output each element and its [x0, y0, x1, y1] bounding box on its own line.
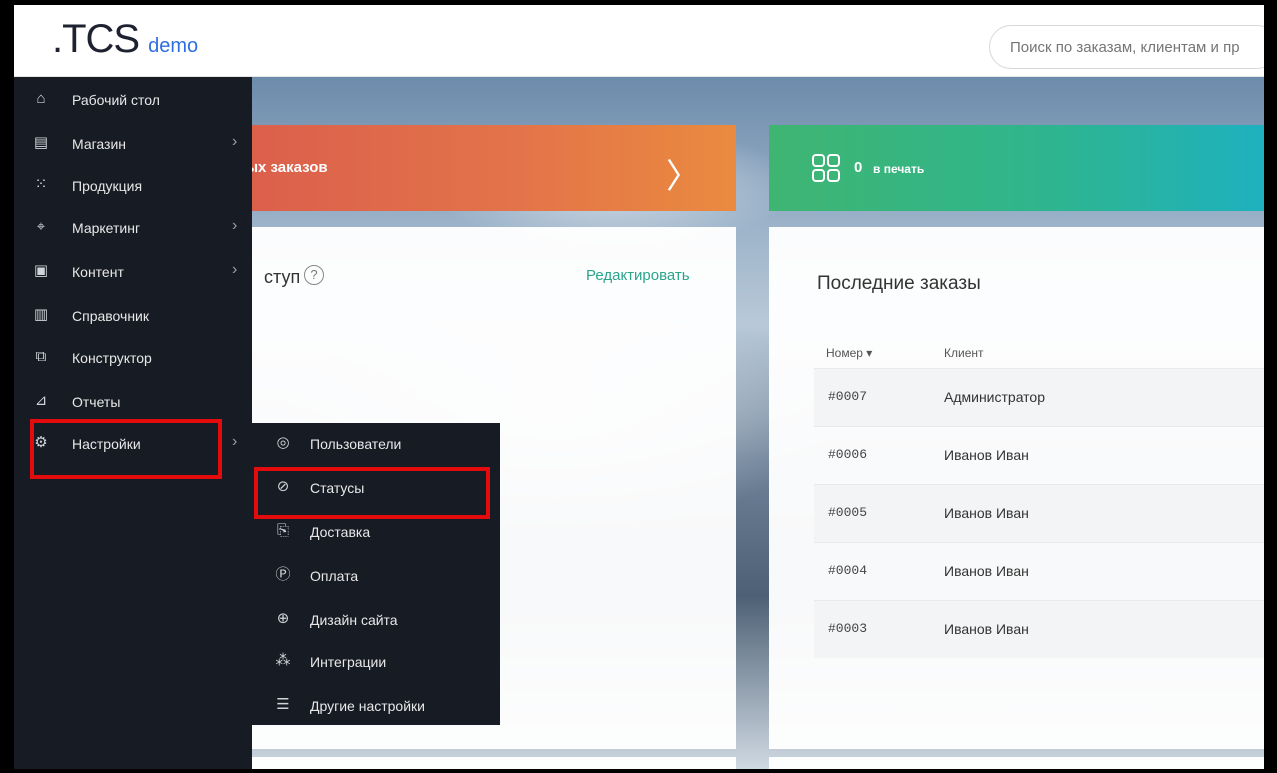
sidebar-item-reports[interactable]: ⊿ Отчеты [14, 381, 252, 423]
highlight-settings [30, 419, 222, 479]
order-number: #0005 [828, 505, 868, 520]
order-client: Иванов Иван [944, 621, 1029, 637]
column-client: Клиент [944, 346, 984, 360]
edit-link[interactable]: Редактировать [586, 267, 690, 284]
submenu-item-label: Доставка [310, 524, 371, 540]
table-row[interactable]: #0003 Иванов Иван [814, 600, 1264, 658]
order-number: #0007 [828, 389, 868, 404]
new-orders-banner[interactable]: вых заказов 〉 [174, 125, 736, 211]
submenu-item-site-design[interactable]: ⊕ Дизайн сайта [252, 599, 500, 641]
sidebar-item-content[interactable]: ▣ Контент › [14, 251, 252, 293]
table-row[interactable]: #0004 Иванов Иван [814, 542, 1264, 600]
home-icon: ⌂ [36, 90, 46, 107]
table-row[interactable]: #0005 Иванов Иван [814, 484, 1264, 542]
sidebar-item-marketing[interactable]: ⌖ Маркетинг › [14, 207, 252, 249]
shop-icon: ▤ [33, 134, 49, 151]
submenu-item-payment[interactable]: Ⓟ Оплата [252, 555, 500, 597]
quick-access-title: ступ [264, 267, 301, 287]
sidebar-item-label: Маркетинг [72, 220, 141, 236]
logo-demo-label: demo [148, 35, 199, 57]
submenu-item-integrations[interactable]: ⁂ Интеграции [252, 641, 500, 683]
sidebar-item-label: Отчеты [72, 394, 121, 410]
bottom-card-right [769, 757, 1264, 769]
integrations-icon: ⁂ [275, 652, 291, 669]
submenu-item-label: Интеграции [310, 654, 387, 670]
table-row[interactable]: #0007 Администратор [814, 368, 1264, 426]
order-number: #0006 [828, 447, 868, 462]
order-client: Администратор [944, 389, 1046, 405]
order-number: #0003 [828, 621, 868, 636]
logo[interactable]: .TCS demo [52, 17, 198, 62]
chevron-right-icon: › [232, 433, 238, 450]
sidebar-item-products[interactable]: ⁙ Продукция [14, 165, 252, 207]
submenu-item-label: Оплата [310, 568, 359, 584]
grid-icon: ⁙ [34, 176, 48, 193]
content-icon: ▣ [33, 262, 49, 279]
print-label: в печать [873, 162, 925, 176]
help-icon[interactable]: ? [304, 265, 324, 285]
users-icon: ◎ [276, 434, 290, 451]
constructor-icon: ⧉ [35, 348, 47, 365]
order-client: Иванов Иван [944, 505, 1029, 521]
megaphone-icon: ⌖ [36, 218, 46, 235]
sidebar-item-label: Магазин [72, 136, 127, 152]
order-number: #0004 [828, 563, 868, 578]
sidebar-item-shop[interactable]: ▤ Магазин › [14, 123, 252, 165]
sidebar-item-label: Конструктор [72, 350, 152, 366]
submenu-item-other-settings[interactable]: ☰ Другие настройки [252, 685, 500, 727]
submenu-item-label: Пользователи [310, 436, 402, 452]
sidebar-item-label: Справочник [72, 308, 149, 324]
sidebar-item-label: Рабочий стол [72, 92, 160, 108]
orders-table: Номер ▾ Клиент #0007 Администратор #0006… [814, 332, 1264, 658]
logo-text: .TCS [52, 17, 140, 61]
print-count: 0 [854, 159, 863, 176]
app-window: .TCS demo вых заказов 〉 0 в печать ступ … [14, 5, 1264, 769]
sidebar-item-label: Продукция [72, 178, 143, 194]
globe-icon: ⊕ [276, 610, 290, 627]
table-row[interactable]: #0006 Иванов Иван [814, 426, 1264, 484]
print-banner[interactable]: 0 в печать [769, 125, 1264, 211]
recent-orders-title: Последние заказы [817, 273, 981, 294]
sliders-icon: ☰ [276, 696, 290, 713]
book-icon: ▥ [33, 306, 49, 323]
search-input[interactable] [989, 25, 1264, 69]
submenu-item-label: Другие настройки [310, 698, 425, 714]
order-client: Иванов Иван [944, 563, 1029, 579]
submenu-item-users[interactable]: ◎ Пользователи [252, 423, 500, 465]
print-grid-icon [812, 154, 840, 182]
chart-icon: ⊿ [34, 392, 48, 409]
payment-icon: Ⓟ [275, 566, 291, 583]
delivery-icon: ⎘ [276, 522, 289, 539]
chevron-right-icon: › [232, 261, 238, 278]
sidebar-item-constructor[interactable]: ⧉ Конструктор [14, 337, 252, 379]
submenu-item-label: Дизайн сайта [310, 612, 398, 628]
order-client: Иванов Иван [944, 447, 1029, 463]
top-header: .TCS demo [14, 5, 1264, 77]
chevron-right-icon: › [232, 133, 238, 150]
column-number[interactable]: Номер ▾ [826, 346, 872, 360]
table-header: Номер ▾ Клиент [814, 332, 1264, 368]
sidebar-item-reference[interactable]: ▥ Справочник [14, 295, 252, 337]
sidebar-item-label: Контент [72, 264, 124, 280]
highlight-statuses [254, 467, 490, 519]
chevron-right-icon: 〉 [666, 158, 700, 196]
chevron-right-icon: › [232, 217, 238, 234]
sidebar-item-desktop[interactable]: ⌂ Рабочий стол [14, 79, 252, 121]
